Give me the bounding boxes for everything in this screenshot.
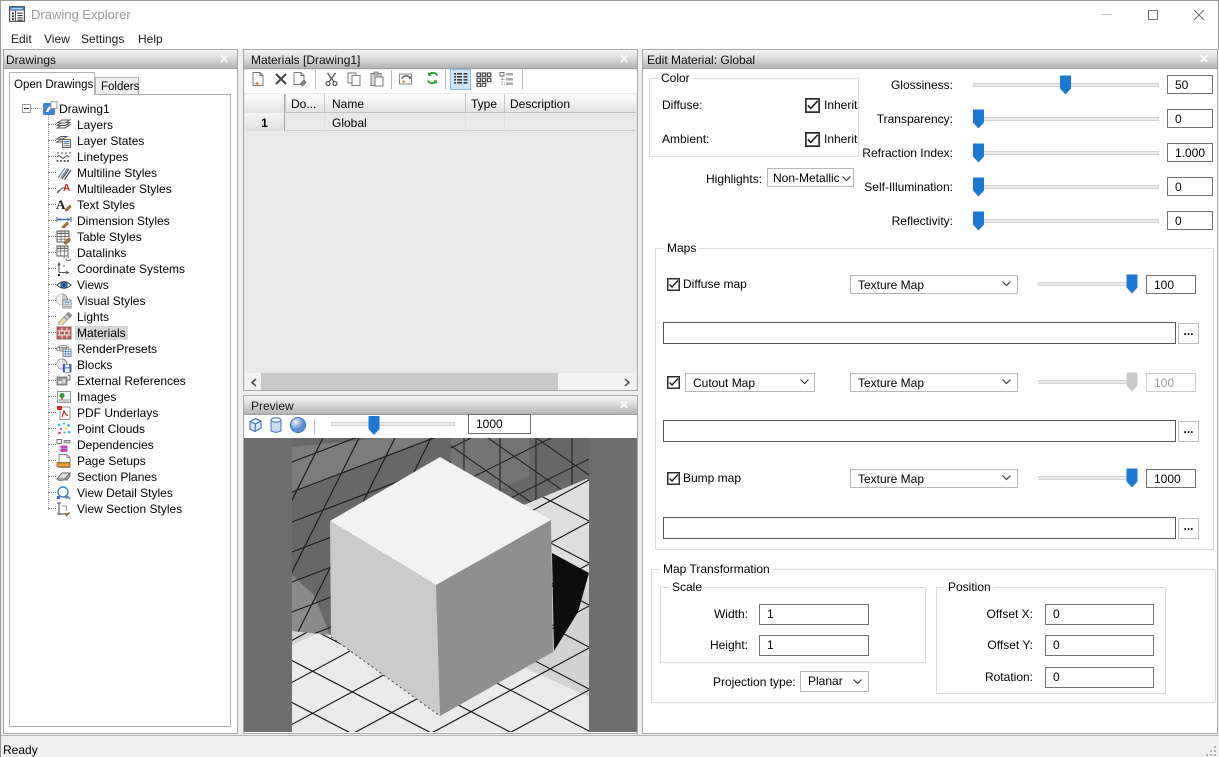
svg-text:A: A [63,183,70,194]
svg-text:A: A [56,197,66,212]
